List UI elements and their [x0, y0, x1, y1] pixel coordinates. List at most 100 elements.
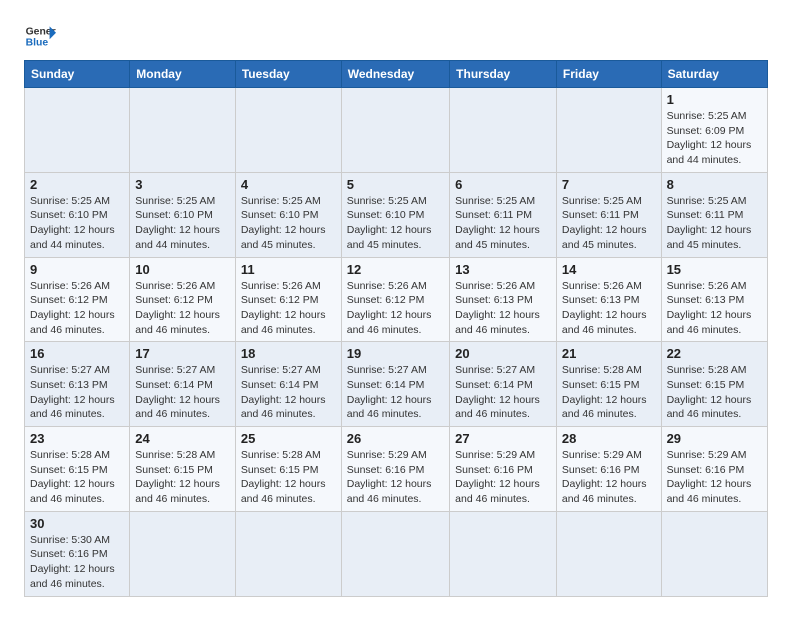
day-info: Sunrise: 5:25 AM Sunset: 6:10 PM Dayligh…: [347, 194, 444, 253]
day-info: Sunrise: 5:29 AM Sunset: 6:16 PM Dayligh…: [347, 448, 444, 507]
calendar-cell: 12Sunrise: 5:26 AM Sunset: 6:12 PM Dayli…: [341, 257, 449, 342]
calendar-cell: 14 Sunrise: 5:26 AM Sunset: 6:13 PM Dayli…: [556, 257, 661, 342]
day-info: Sunrise: 5:28 AM Sunset: 6:15 PM Dayligh…: [30, 448, 124, 507]
day-number: 29: [667, 431, 762, 446]
calendar-cell: 28Sunrise: 5:29 AM Sunset: 6:16 PM Dayli…: [556, 427, 661, 512]
day-info: Sunrise: 5:25 AM Sunset: 6:11 PM Dayligh…: [455, 194, 551, 253]
day-number: 21: [562, 346, 656, 361]
day-info: Sunrise: 5:27 AM Sunset: 6:14 PM Dayligh…: [347, 363, 444, 422]
calendar-week-row: 30 Sunrise: 5:30 AM Sunset: 6:16 PM Dayli…: [25, 511, 768, 596]
column-header-tuesday: Tuesday: [235, 61, 341, 88]
day-info: Sunrise: 5:30 AM Sunset: 6:16 PM Dayligh…: [30, 533, 124, 592]
calendar-cell: 1 Sunrise: 5:25 AM Sunset: 6:09 PM Daylig…: [661, 88, 767, 173]
day-number: 5: [347, 177, 444, 192]
day-info: Sunrise: 5:26 AM Sunset: 6:12 PM Dayligh…: [30, 279, 124, 338]
day-info: Sunrise: 5:25 AM Sunset: 6:09 PM Dayligh…: [667, 109, 762, 168]
calendar-cell: [341, 511, 449, 596]
calendar-cell: 23 Sunrise: 5:28 AM Sunset: 6:15 PM Dayli…: [25, 427, 130, 512]
day-number: 17: [135, 346, 230, 361]
calendar-cell: 9Sunrise: 5:26 AM Sunset: 6:12 PM Daylig…: [25, 257, 130, 342]
calendar-cell: [556, 511, 661, 596]
calendar-header-row: SundayMondayTuesdayWednesdayThursdayFrid…: [25, 61, 768, 88]
calendar-cell: 20 Sunrise: 5:27 AM Sunset: 6:14 PM Dayli…: [450, 342, 557, 427]
calendar-cell: 5 Sunrise: 5:25 AM Sunset: 6:10 PM Daylig…: [341, 172, 449, 257]
calendar-week-row: 2 Sunrise: 5:25 AM Sunset: 6:10 PM Daylig…: [25, 172, 768, 257]
calendar-cell: 26 Sunrise: 5:29 AM Sunset: 6:16 PM Dayli…: [341, 427, 449, 512]
day-number: 23: [30, 431, 124, 446]
day-info: Sunrise: 5:29 AM Sunset: 6:16 PM Dayligh…: [455, 448, 551, 507]
calendar-cell: 24Sunrise: 5:28 AM Sunset: 6:15 PM Dayli…: [130, 427, 236, 512]
calendar-cell: [130, 511, 236, 596]
calendar-cell: 3Sunrise: 5:25 AM Sunset: 6:10 PM Daylig…: [130, 172, 236, 257]
calendar-cell: 30 Sunrise: 5:30 AM Sunset: 6:16 PM Dayli…: [25, 511, 130, 596]
day-number: 26: [347, 431, 444, 446]
day-info: Sunrise: 5:26 AM Sunset: 6:13 PM Dayligh…: [455, 279, 551, 338]
day-number: 19: [347, 346, 444, 361]
day-info: Sunrise: 5:29 AM Sunset: 6:16 PM Dayligh…: [667, 448, 762, 507]
day-number: 13: [455, 262, 551, 277]
day-info: Sunrise: 5:26 AM Sunset: 6:13 PM Dayligh…: [562, 279, 656, 338]
calendar-cell: 13 Sunrise: 5:26 AM Sunset: 6:13 PM Dayli…: [450, 257, 557, 342]
calendar-cell: 10Sunrise: 5:26 AM Sunset: 6:12 PM Dayli…: [130, 257, 236, 342]
column-header-wednesday: Wednesday: [341, 61, 449, 88]
day-number: 15: [667, 262, 762, 277]
day-number: 27: [455, 431, 551, 446]
day-info: Sunrise: 5:26 AM Sunset: 6:12 PM Dayligh…: [241, 279, 336, 338]
column-header-monday: Monday: [130, 61, 236, 88]
calendar-cell: 19 Sunrise: 5:27 AM Sunset: 6:14 PM Dayli…: [341, 342, 449, 427]
day-number: 30: [30, 516, 124, 531]
calendar-cell: 2 Sunrise: 5:25 AM Sunset: 6:10 PM Daylig…: [25, 172, 130, 257]
calendar-cell: 17 Sunrise: 5:27 AM Sunset: 6:14 PM Dayli…: [130, 342, 236, 427]
calendar-week-row: 9Sunrise: 5:26 AM Sunset: 6:12 PM Daylig…: [25, 257, 768, 342]
day-number: 22: [667, 346, 762, 361]
day-info: Sunrise: 5:26 AM Sunset: 6:12 PM Dayligh…: [135, 279, 230, 338]
calendar-cell: [661, 511, 767, 596]
calendar-cell: [235, 88, 341, 173]
calendar-cell: 29 Sunrise: 5:29 AM Sunset: 6:16 PM Dayli…: [661, 427, 767, 512]
calendar-cell: [25, 88, 130, 173]
day-info: Sunrise: 5:27 AM Sunset: 6:14 PM Dayligh…: [241, 363, 336, 422]
calendar-week-row: 1 Sunrise: 5:25 AM Sunset: 6:09 PM Daylig…: [25, 88, 768, 173]
day-number: 8: [667, 177, 762, 192]
calendar-cell: [341, 88, 449, 173]
calendar-cell: [130, 88, 236, 173]
day-number: 16: [30, 346, 124, 361]
calendar-cell: 8 Sunrise: 5:25 AM Sunset: 6:11 PM Daylig…: [661, 172, 767, 257]
day-number: 20: [455, 346, 551, 361]
day-info: Sunrise: 5:28 AM Sunset: 6:15 PM Dayligh…: [241, 448, 336, 507]
day-info: Sunrise: 5:25 AM Sunset: 6:11 PM Dayligh…: [562, 194, 656, 253]
day-info: Sunrise: 5:29 AM Sunset: 6:16 PM Dayligh…: [562, 448, 656, 507]
calendar-cell: [235, 511, 341, 596]
calendar-cell: 21 Sunrise: 5:28 AM Sunset: 6:15 PM Dayli…: [556, 342, 661, 427]
day-number: 14: [562, 262, 656, 277]
day-info: Sunrise: 5:28 AM Sunset: 6:15 PM Dayligh…: [562, 363, 656, 422]
calendar-cell: 16Sunrise: 5:27 AM Sunset: 6:13 PM Dayli…: [25, 342, 130, 427]
logo-icon: General Blue: [24, 20, 56, 52]
day-number: 24: [135, 431, 230, 446]
calendar-cell: [556, 88, 661, 173]
day-number: 12: [347, 262, 444, 277]
calendar-week-row: 23 Sunrise: 5:28 AM Sunset: 6:15 PM Dayli…: [25, 427, 768, 512]
day-info: Sunrise: 5:27 AM Sunset: 6:14 PM Dayligh…: [135, 363, 230, 422]
svg-text:Blue: Blue: [26, 38, 49, 49]
day-number: 3: [135, 177, 230, 192]
day-info: Sunrise: 5:25 AM Sunset: 6:10 PM Dayligh…: [241, 194, 336, 253]
day-info: Sunrise: 5:27 AM Sunset: 6:14 PM Dayligh…: [455, 363, 551, 422]
calendar-cell: 18Sunrise: 5:27 AM Sunset: 6:14 PM Dayli…: [235, 342, 341, 427]
day-info: Sunrise: 5:25 AM Sunset: 6:11 PM Dayligh…: [667, 194, 762, 253]
calendar-cell: [450, 88, 557, 173]
calendar-cell: [450, 511, 557, 596]
day-info: Sunrise: 5:28 AM Sunset: 6:15 PM Dayligh…: [667, 363, 762, 422]
calendar-cell: 4 Sunrise: 5:25 AM Sunset: 6:10 PM Daylig…: [235, 172, 341, 257]
day-info: Sunrise: 5:25 AM Sunset: 6:10 PM Dayligh…: [30, 194, 124, 253]
calendar-cell: 22 Sunrise: 5:28 AM Sunset: 6:15 PM Dayli…: [661, 342, 767, 427]
page-header: General Blue: [24, 20, 768, 52]
day-number: 1: [667, 92, 762, 107]
day-number: 2: [30, 177, 124, 192]
calendar-cell: 27 Sunrise: 5:29 AM Sunset: 6:16 PM Dayli…: [450, 427, 557, 512]
day-number: 4: [241, 177, 336, 192]
column-header-saturday: Saturday: [661, 61, 767, 88]
calendar-table: SundayMondayTuesdayWednesdayThursdayFrid…: [24, 60, 768, 597]
day-number: 25: [241, 431, 336, 446]
column-header-sunday: Sunday: [25, 61, 130, 88]
